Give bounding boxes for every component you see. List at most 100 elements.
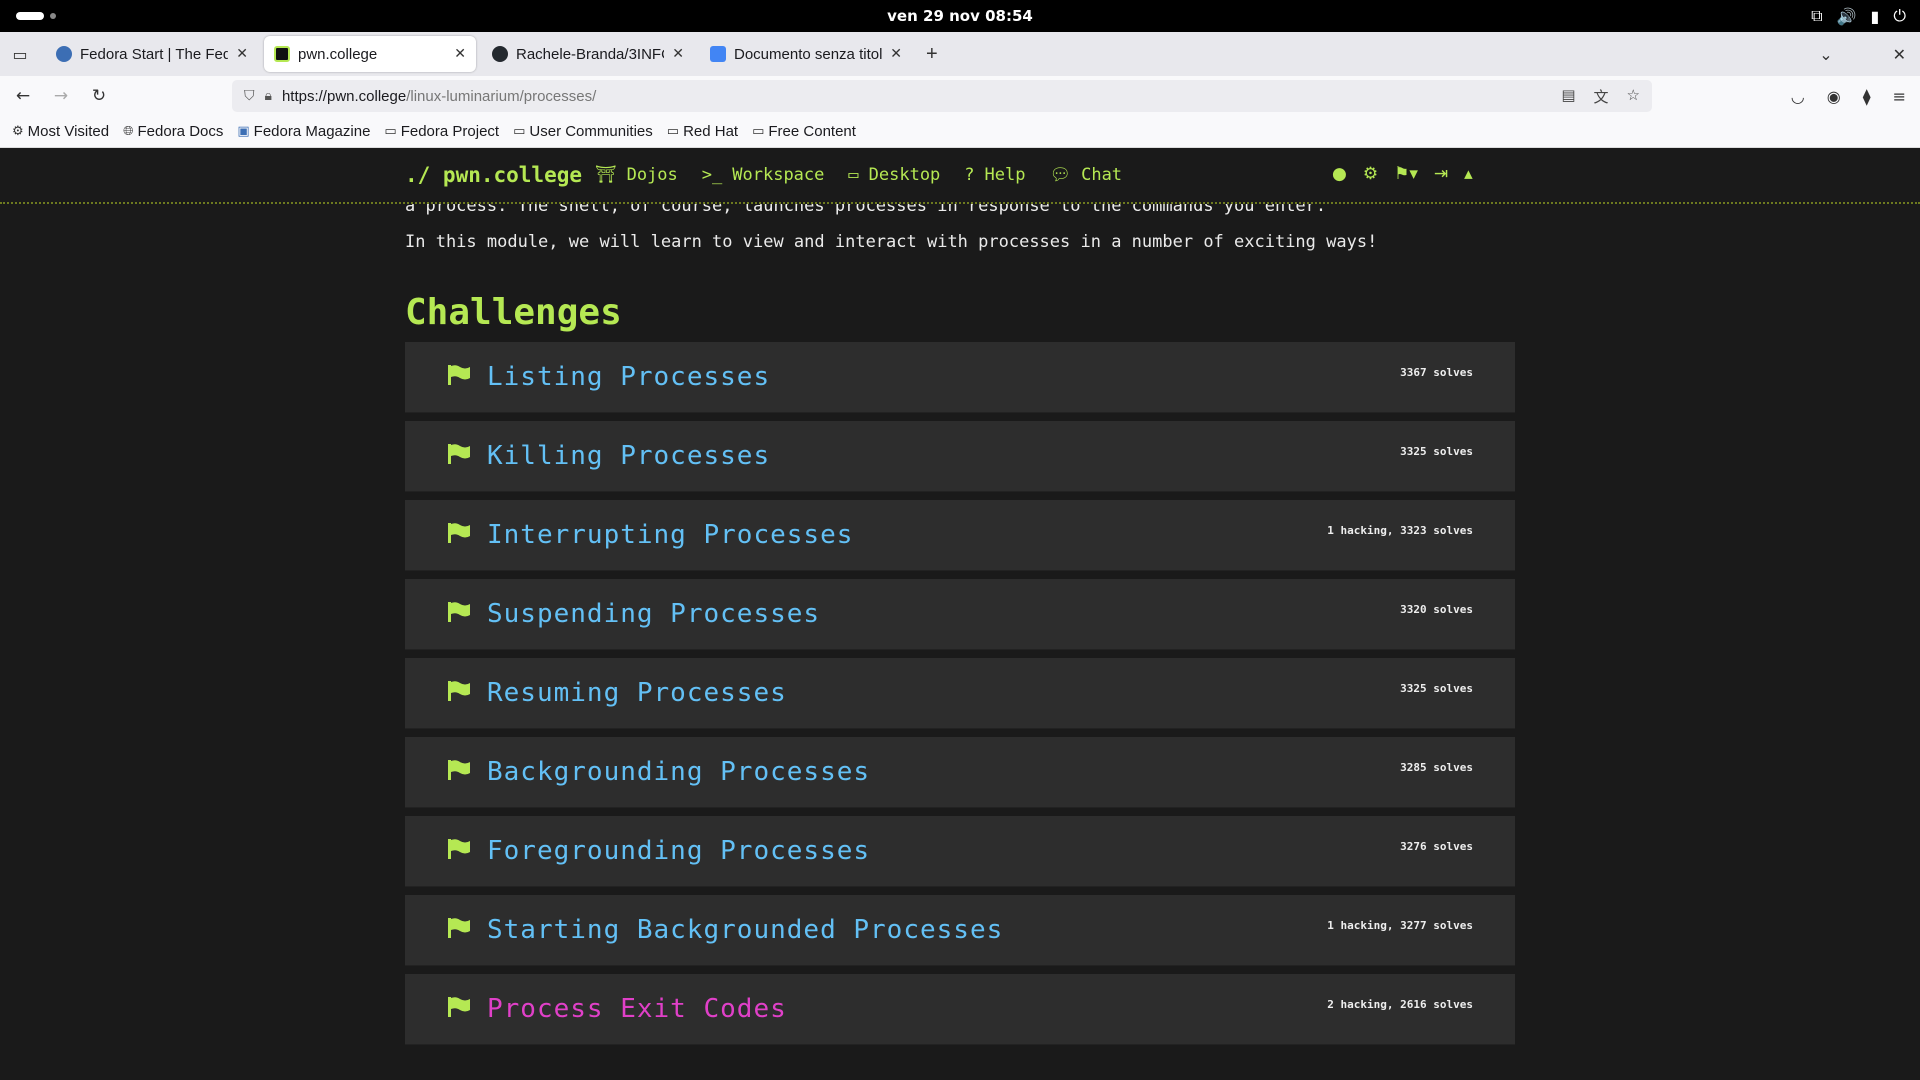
- challenge-card[interactable]: Listing Processes 3367 solves: [405, 342, 1515, 413]
- shield-icon[interactable]: ⛉: [244, 88, 255, 104]
- page-content: ./ pwn.college ⛩︎ Dojos >_ Workspace ▭ Desk…: [0, 148, 1920, 1080]
- tab-github[interactable]: Rachele-Branda/3INFO_ ✕: [482, 36, 694, 72]
- url-bar[interactable]: ⛉ 🔒︎ https://pwn.college/linux-luminariu…: [232, 80, 1652, 112]
- folder-icon: ▭: [666, 124, 680, 139]
- challenge-solve-count: 3285 solves: [1400, 761, 1473, 774]
- lock-icon[interactable]: 🔒︎: [265, 88, 272, 104]
- bookmarks-toolbar: ⚙ Most Visited 🌐︎ Fedora Docs ▣ Fedora Maga…: [0, 116, 1920, 148]
- bookmark-fedora-docs[interactable]: 🌐︎ Fedora Docs: [123, 123, 223, 140]
- tab-fedora-start[interactable]: Fedora Start | The Fedora ✕: [46, 36, 258, 72]
- gear-icon: ⚙: [12, 124, 24, 139]
- nav-label: Chat: [1081, 165, 1123, 185]
- logout-icon[interactable]: ⇥: [1434, 164, 1448, 184]
- challenge-solve-count: 3325 solves: [1400, 682, 1473, 695]
- challenge-name[interactable]: Starting Backgrounded Processes: [487, 915, 1003, 945]
- globe-icon: 🌐︎: [123, 124, 134, 139]
- bookmark-fedora-magazine[interactable]: ▣ Fedora Magazine: [237, 123, 370, 140]
- torii-icon: ⛩︎: [595, 165, 617, 185]
- challenge-name[interactable]: Suspending Processes: [487, 599, 820, 629]
- challenge-name[interactable]: Resuming Processes: [487, 678, 787, 708]
- workspace-dot: [50, 13, 56, 19]
- forward-button[interactable]: →: [46, 86, 76, 106]
- tab-google-docs[interactable]: Documento senza titolo ✕: [700, 36, 912, 72]
- menu-icon[interactable]: ≡: [1893, 87, 1906, 106]
- challenge-card[interactable]: Starting Backgrounded Processes 1 hacking…: [405, 895, 1515, 966]
- challenge-card[interactable]: Interrupting Processes 1 hacking, 3323 so…: [405, 500, 1515, 571]
- challenge-name[interactable]: Process Exit Codes: [487, 994, 787, 1024]
- question-icon: ?: [964, 165, 975, 185]
- tab-pwn-college[interactable]: pwn.college ✕: [264, 36, 476, 72]
- battery-icon[interactable]: ▮: [1871, 7, 1880, 26]
- bookmark-free-content[interactable]: ▭ Free Content: [752, 123, 856, 140]
- challenge-solve-count: 1 hacking, 3323 solves: [1327, 524, 1473, 537]
- challenges-heading: Challenges: [405, 292, 622, 333]
- tab-title: Fedora Start | The Fedora: [80, 45, 229, 63]
- challenge-name[interactable]: Killing Processes: [487, 441, 770, 471]
- close-tab-icon[interactable]: ✕: [672, 46, 684, 62]
- challenge-name[interactable]: Interrupting Processes: [487, 520, 853, 550]
- volume-icon[interactable]: 🔊: [1837, 7, 1857, 26]
- challenge-card[interactable]: Resuming Processes 3325 solves: [405, 658, 1515, 729]
- challenge-card[interactable]: Process Exit Codes 2 hacking, 2616 solves: [405, 974, 1515, 1045]
- network-icon[interactable]: ⧉: [1811, 6, 1822, 26]
- nav-label: Help: [984, 165, 1026, 185]
- folder-icon: ▭: [384, 124, 397, 139]
- bookmark-star-icon[interactable]: ☆: [1627, 86, 1640, 107]
- site-navbar: ./ pwn.college ⛩︎ Dojos >_ Workspace ▭ Desk…: [0, 148, 1920, 204]
- user-circle-icon[interactable]: ●: [1332, 164, 1347, 184]
- challenge-card[interactable]: Backgrounding Processes 3285 solves: [405, 737, 1515, 808]
- reader-view-icon[interactable]: ▤: [1561, 86, 1575, 107]
- flag-icon: [448, 523, 470, 543]
- translate-icon[interactable]: 文: [1594, 86, 1609, 107]
- comments-icon: 💬︎: [1049, 165, 1072, 185]
- bookmark-user-communities[interactable]: ▭ User Communities: [513, 123, 653, 140]
- terminal-icon: >_: [701, 165, 723, 185]
- bookmark-fedora-project[interactable]: ▭ Fedora Project: [384, 123, 499, 140]
- power-icon[interactable]: ⏻: [1893, 6, 1906, 26]
- firefox-view-icon[interactable]: ▭: [0, 45, 40, 64]
- flag-icon: [448, 365, 470, 385]
- tab-title: pwn.college: [298, 45, 378, 63]
- bookmark-red-hat[interactable]: ▭ Red Hat: [667, 123, 738, 140]
- nav-chat[interactable]: 💬︎ Chat: [1050, 165, 1123, 185]
- nav-label: Dojos: [626, 165, 678, 185]
- url-text[interactable]: https://pwn.college/linux-luminarium/pro…: [282, 88, 596, 105]
- site-brand-link[interactable]: ./ pwn.college: [405, 163, 582, 187]
- system-tray[interactable]: ⧉ 🔊 ▮ ⏻: [1811, 0, 1906, 32]
- activities-indicator[interactable]: [16, 12, 56, 20]
- challenge-card[interactable]: Killing Processes 3325 solves: [405, 421, 1515, 492]
- challenge-name[interactable]: Foregrounding Processes: [487, 836, 870, 866]
- close-window-icon[interactable]: ✕: [1893, 45, 1906, 64]
- account-icon[interactable]: ◉: [1827, 87, 1841, 106]
- nav-workspace[interactable]: >_ Workspace: [702, 165, 825, 185]
- close-tab-icon[interactable]: ✕: [236, 46, 248, 62]
- nav-help[interactable]: ? Help: [964, 165, 1025, 185]
- system-top-bar: ven 29 nov 08:54 ⧉ 🔊 ▮ ⏻: [0, 0, 1920, 32]
- bookmark-most-visited[interactable]: ⚙ Most Visited: [12, 123, 109, 140]
- pocket-icon[interactable]: ◡: [1791, 87, 1805, 106]
- collapse-caret-icon[interactable]: ▴: [1464, 164, 1473, 184]
- bookmark-label: Fedora Project: [400, 123, 500, 140]
- nav-dojos[interactable]: ⛩︎ Dojos: [595, 165, 678, 185]
- bookmark-label: User Communities: [529, 123, 653, 140]
- new-tab-button[interactable]: +: [926, 43, 938, 66]
- extensions-icon[interactable]: ⧫: [1863, 87, 1871, 106]
- clock[interactable]: ven 29 nov 08:54: [887, 7, 1033, 25]
- flag-icon: [448, 918, 470, 938]
- back-button[interactable]: ←: [8, 86, 38, 106]
- challenge-card[interactable]: Suspending Processes 3320 solves: [405, 579, 1515, 650]
- challenge-card[interactable]: Foregrounding Processes 3276 solves: [405, 816, 1515, 887]
- close-tab-icon[interactable]: ✕: [454, 46, 466, 62]
- browser-nav-bar: ← → ↻ ⛉ 🔒︎ https://pwn.college/linux-lum…: [0, 76, 1920, 116]
- challenge-name[interactable]: Listing Processes: [487, 362, 770, 392]
- list-tabs-icon[interactable]: ⌄: [1819, 45, 1832, 64]
- bookmark-label: Most Visited: [27, 123, 110, 140]
- nav-desktop[interactable]: ▭ Desktop: [848, 165, 940, 185]
- reload-button[interactable]: ↻: [84, 86, 114, 106]
- flag-dropdown-icon[interactable]: ⚑▾: [1394, 164, 1418, 184]
- challenge-name[interactable]: Backgrounding Processes: [487, 757, 870, 787]
- challenge-solve-count: 3325 solves: [1400, 445, 1473, 458]
- tab-title: Documento senza titolo: [734, 45, 883, 63]
- close-tab-icon[interactable]: ✕: [890, 46, 902, 62]
- settings-cogs-icon[interactable]: ⚙: [1363, 164, 1378, 184]
